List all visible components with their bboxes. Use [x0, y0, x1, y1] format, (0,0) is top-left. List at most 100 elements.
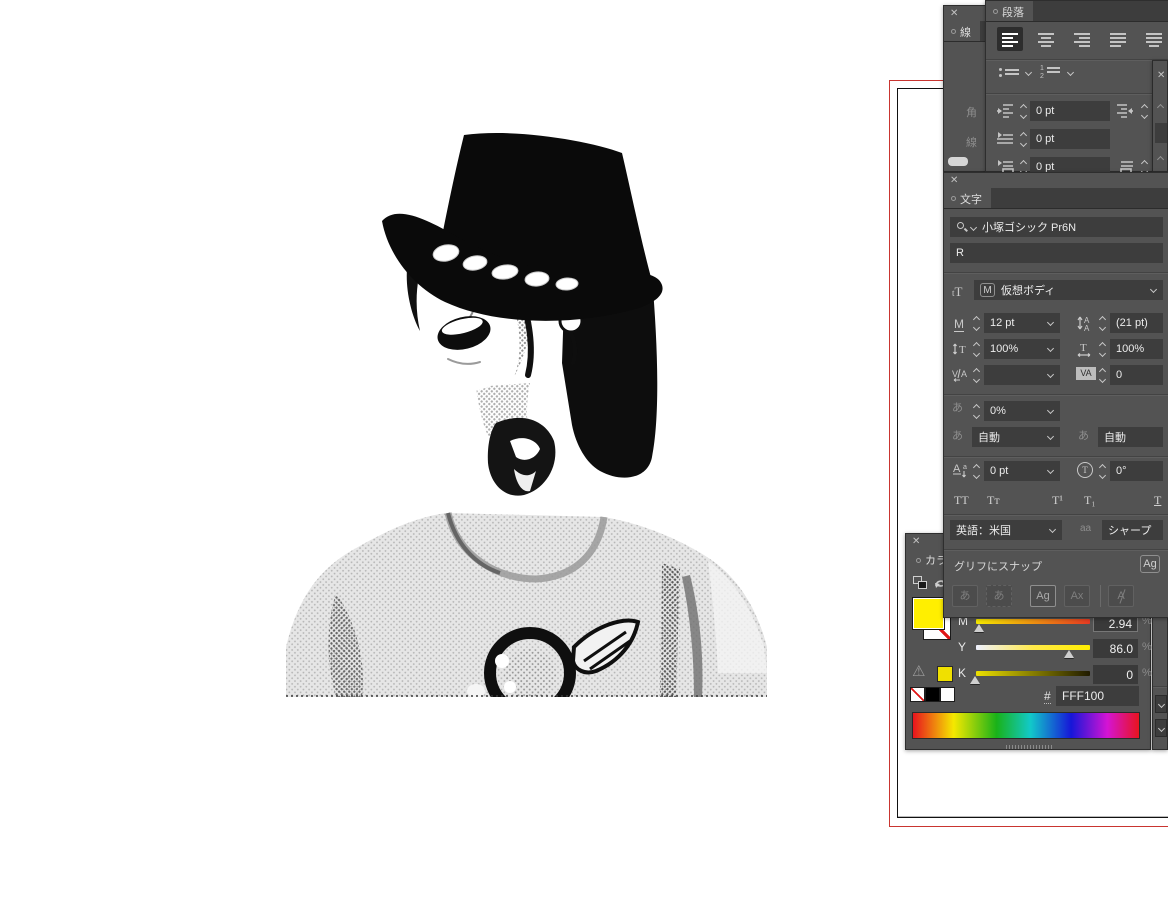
panel-resize-handle[interactable] — [1006, 745, 1052, 749]
char-rotation-icon: T — [1077, 462, 1093, 478]
tracking-field[interactable]: 0 — [1110, 365, 1163, 385]
slider-m-thumb[interactable] — [974, 624, 984, 632]
slider-m-track[interactable] — [976, 619, 1090, 624]
docked-panel-strip-top[interactable]: ✕ — [1152, 60, 1168, 172]
align-center-button[interactable] — [1033, 27, 1059, 51]
tab-character[interactable]: 文字 — [944, 188, 991, 208]
leading-field[interactable]: (21 pt) — [1110, 313, 1163, 333]
slider-y-thumb[interactable] — [1064, 650, 1074, 658]
color-spectrum-bar[interactable] — [912, 712, 1140, 739]
first-line-indent-field[interactable]: 0 pt — [1030, 129, 1110, 149]
superscript-button[interactable]: T¹ — [1052, 493, 1063, 508]
fill-swatch[interactable] — [913, 598, 944, 629]
baseline-shift-spinner[interactable] — [970, 461, 982, 481]
numbered-list-button[interactable]: 1 2 — [1042, 65, 1060, 75]
first-line-indent-spinner[interactable] — [1017, 129, 1029, 149]
aki-after-dropdown[interactable]: 自動 — [1098, 427, 1163, 447]
slider-k-value[interactable]: 0 — [1093, 665, 1138, 684]
left-indent-icon — [996, 103, 1014, 119]
snap-angle-button[interactable]: A — [1108, 585, 1134, 607]
aki-before-dropdown[interactable]: 自動 — [972, 427, 1060, 447]
strip-expand-button[interactable] — [1155, 695, 1167, 713]
virtual-body-badge: M — [980, 283, 995, 297]
underline-button[interactable]: T — [1154, 493, 1161, 508]
antialias-dropdown[interactable]: シャープ — [1102, 520, 1163, 540]
slider-k-track[interactable] — [976, 671, 1090, 676]
docked-panel-strip-bottom[interactable] — [1152, 610, 1168, 750]
language-dropdown[interactable]: 英語：米国 — [950, 520, 1062, 540]
slider-k-unit: % — [1142, 667, 1152, 679]
space-before-icon — [996, 159, 1014, 173]
tab-paragraph-label: 段落 — [1002, 4, 1024, 20]
bullet-list-button[interactable] — [1000, 67, 1019, 77]
char-rotation-spinner[interactable] — [1096, 461, 1108, 481]
paragraph-panel[interactable]: 段落 1 2 0 pt 0 pt — [985, 0, 1168, 172]
all-caps-button[interactable]: TT — [954, 493, 969, 508]
close-icon[interactable]: ✕ — [912, 535, 920, 548]
snap-emspace-button[interactable]: あ — [952, 585, 978, 607]
aki-after-icon: あ — [1078, 431, 1089, 442]
numbered-list-chevron-icon[interactable] — [1067, 69, 1074, 76]
font-size-spinner[interactable] — [970, 313, 982, 333]
slider-k-thumb[interactable] — [970, 676, 980, 684]
stroke-profile-icon[interactable] — [948, 157, 968, 166]
char-rotation-field[interactable]: 0° — [1110, 461, 1163, 481]
vertical-scale-dropdown[interactable]: 100% — [984, 339, 1060, 359]
svg-text:A: A — [1084, 324, 1090, 332]
slider-y-value[interactable]: 86.0 — [1093, 639, 1138, 658]
strip-expand-button[interactable] — [1155, 719, 1167, 737]
tsume-spinner[interactable] — [970, 401, 982, 421]
left-indent-spinner[interactable] — [1017, 101, 1029, 121]
panel-state-icon — [951, 196, 956, 201]
horizontal-scale-spinner[interactable] — [1096, 339, 1108, 359]
close-icon[interactable]: ✕ — [950, 174, 958, 187]
none-swatch[interactable] — [910, 687, 925, 702]
gamut-warning-icon[interactable]: ⚠ — [912, 662, 925, 680]
snap-glyph-badge[interactable]: Ag — [1140, 555, 1160, 573]
justify-last-left-button[interactable] — [1105, 27, 1131, 51]
horizontal-scale-field[interactable]: 100% — [1110, 339, 1163, 359]
kerning-spinner[interactable] — [970, 365, 982, 385]
close-icon[interactable]: ✕ — [950, 7, 958, 20]
justify-last-center-button[interactable] — [1141, 27, 1167, 51]
black-swatch[interactable] — [925, 687, 940, 702]
placed-image[interactable] — [278, 125, 773, 700]
tab-character-label: 文字 — [960, 191, 982, 207]
snap-spacing-button[interactable]: あ — [986, 585, 1012, 607]
kerning-dropdown[interactable] — [984, 365, 1060, 385]
svg-text:V: V — [952, 369, 958, 379]
white-swatch[interactable] — [940, 687, 955, 702]
baseline-shift-dropdown[interactable]: 0 pt — [984, 461, 1060, 481]
leading-spinner[interactable] — [1096, 313, 1108, 333]
bullet-list-chevron-icon[interactable] — [1025, 69, 1032, 76]
virtual-body-dropdown[interactable]: M 仮想ボディ — [974, 280, 1163, 300]
left-indent-field[interactable]: 0 pt — [1030, 101, 1110, 121]
font-style-field[interactable]: R — [950, 243, 1163, 263]
align-right-button[interactable] — [1069, 27, 1095, 51]
snap-to-glyph-label: グリフにスナップ — [954, 558, 1042, 574]
strip-fragment-icon — [1157, 104, 1164, 111]
baseline-shift-icon: Aa — [952, 461, 970, 479]
character-panel[interactable]: ✕ 文字 小塚ゴシック Pr6N R tT M 仮想ボディ M 12 pt AA… — [943, 172, 1168, 618]
right-indent-spinner[interactable] — [1138, 101, 1150, 121]
subscript-button[interactable]: T₁ — [1084, 493, 1096, 508]
tsume-dropdown[interactable]: 0% — [984, 401, 1060, 421]
right-indent-icon — [1116, 103, 1134, 119]
tab-paragraph[interactable]: 段落 — [986, 1, 1033, 21]
font-family-field[interactable]: 小塚ゴシック Pr6N — [950, 217, 1163, 237]
tab-stroke[interactable]: 線 — [944, 21, 980, 41]
svg-text:A: A — [961, 369, 967, 379]
divider — [1100, 585, 1101, 607]
small-caps-button[interactable]: Tᴛ — [987, 493, 1000, 508]
hex-field[interactable]: FFF100 — [1056, 686, 1139, 706]
vertical-scale-spinner[interactable] — [970, 339, 982, 359]
align-left-button[interactable] — [997, 27, 1023, 51]
gamut-swatch[interactable] — [937, 666, 953, 682]
panel-state-icon — [993, 9, 998, 14]
tracking-spinner[interactable] — [1096, 365, 1108, 385]
snap-xheight-button[interactable]: Ax — [1064, 585, 1090, 607]
snap-baseline-button[interactable]: Ag — [1030, 585, 1056, 607]
close-icon[interactable]: ✕ — [1157, 69, 1165, 82]
search-icon — [956, 221, 968, 233]
font-size-dropdown[interactable]: 12 pt — [984, 313, 1060, 333]
